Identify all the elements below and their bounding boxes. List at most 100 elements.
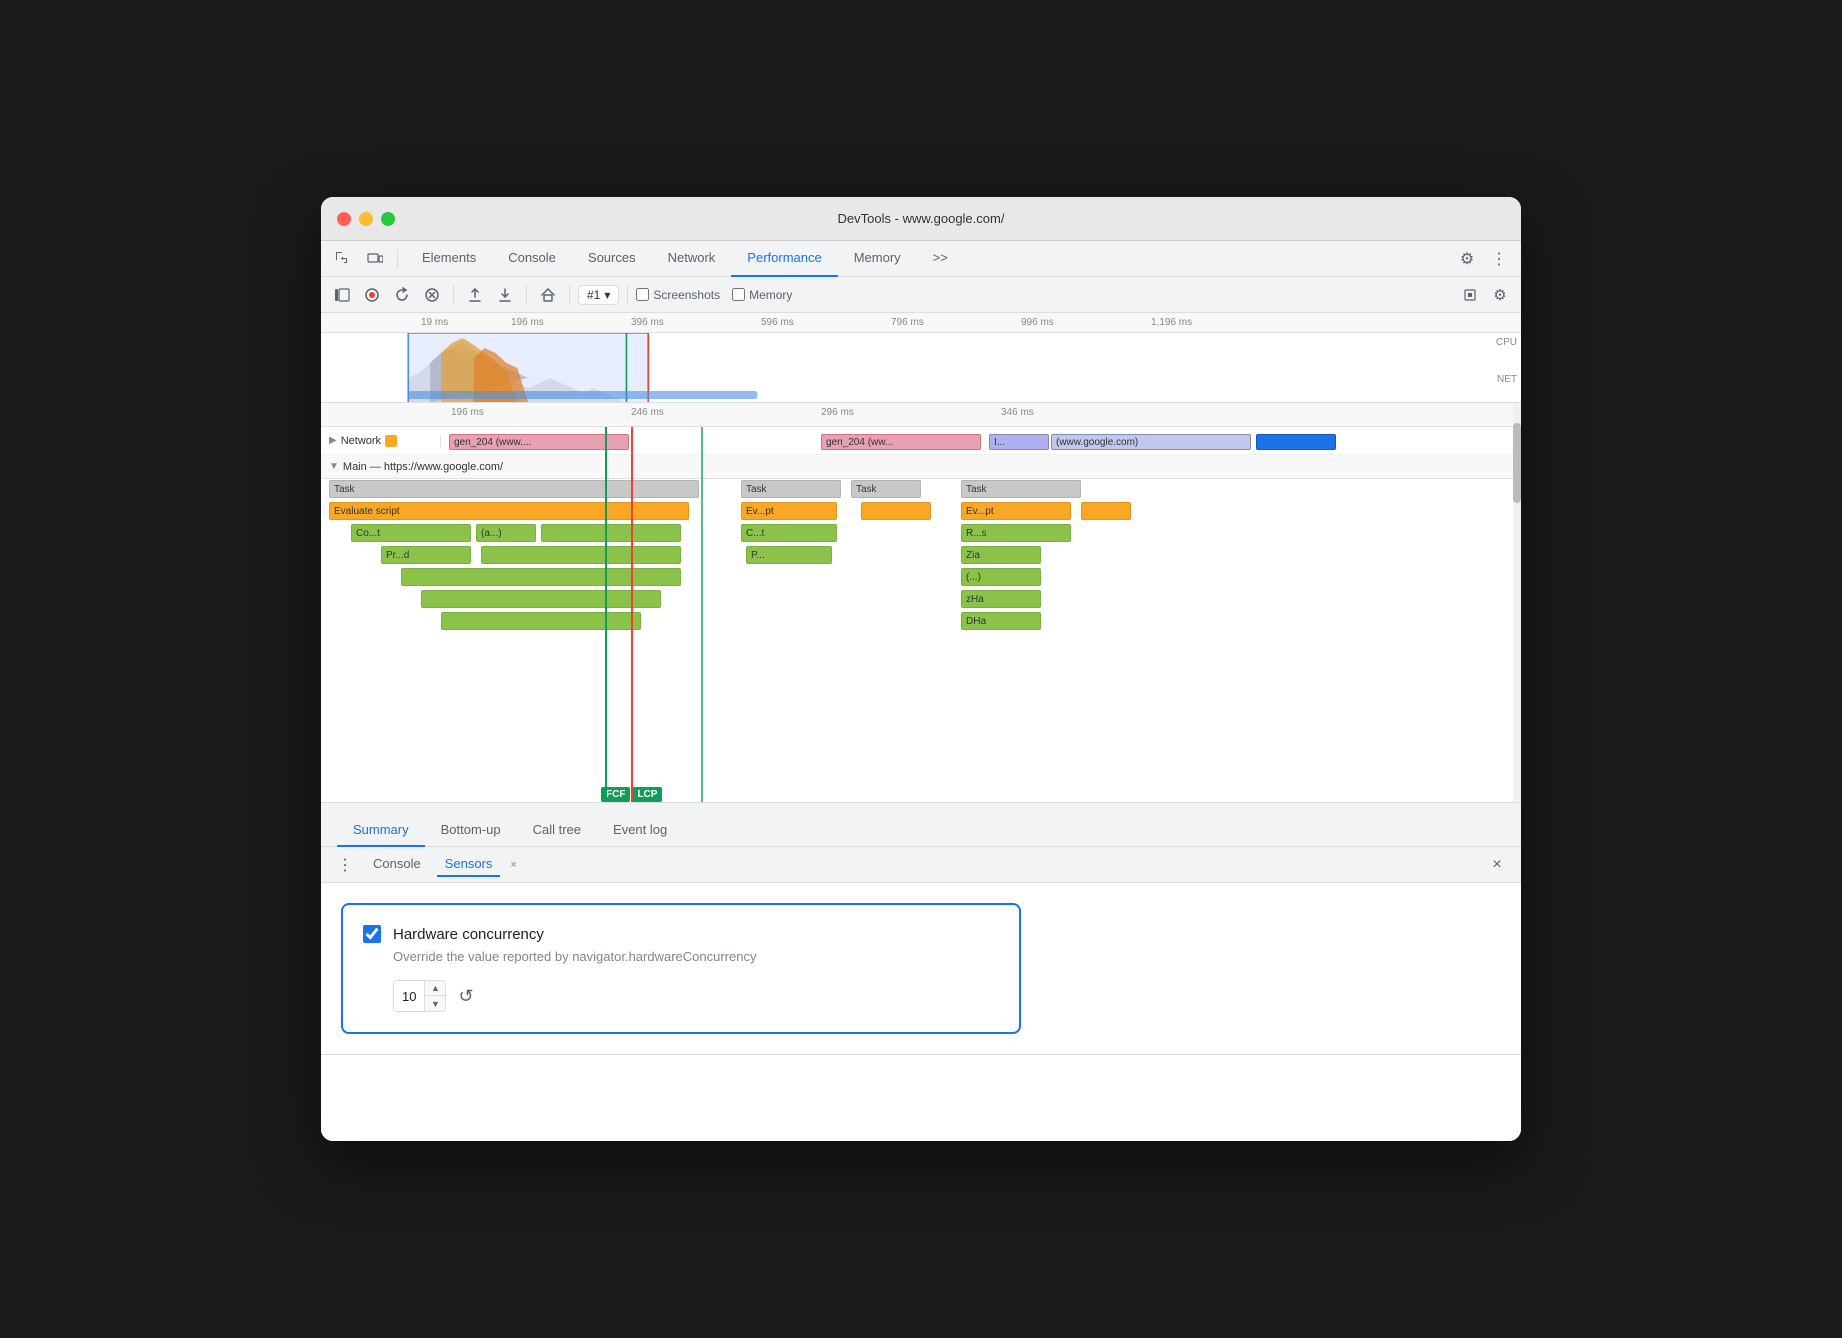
- time-ruler-detail: 196 ms 246 ms 296 ms 346 ms: [321, 403, 1521, 427]
- flame-scroll[interactable]: ▶ Network gen_204 (www.... gen_204 (ww..…: [321, 427, 1521, 802]
- net-bar-5: [1256, 434, 1336, 450]
- evaluate-script-bar: Evaluate script: [329, 502, 689, 520]
- perf-settings-icon[interactable]: ⚙: [1487, 282, 1513, 308]
- tab-network[interactable]: Network: [652, 241, 732, 277]
- memory-checkbox[interactable]: [732, 288, 745, 301]
- ev-pt-bar-3: Ev...pt: [961, 502, 1071, 520]
- home-icon[interactable]: [535, 282, 561, 308]
- session-selector[interactable]: #1 ▾: [578, 285, 619, 305]
- spinner-up-arrow[interactable]: ▲: [425, 981, 445, 996]
- co-t-bar: Co...t: [351, 524, 471, 542]
- vertical-scrollbar[interactable]: [1513, 403, 1521, 802]
- sensors-close-icon[interactable]: ×: [508, 859, 518, 871]
- fcf-badge: FCF: [601, 787, 630, 802]
- sidebar-toggle-icon[interactable]: [329, 282, 355, 308]
- task-bar-4: Task: [961, 480, 1081, 498]
- title-bar: DevTools - www.google.com/: [321, 197, 1521, 241]
- cursor-icon[interactable]: [329, 245, 357, 273]
- toolbar-right: ⚙ ⋮: [1453, 245, 1513, 273]
- console-menu-icon[interactable]: ⋮: [333, 853, 357, 877]
- console-toolbar: ⋮ Console Sensors × ×: [321, 847, 1521, 883]
- timeline-area: 19 ms 196 ms 396 ms 596 ms 796 ms 996 ms…: [321, 313, 1521, 1141]
- panel-close-button[interactable]: ×: [1485, 853, 1509, 877]
- task-bar-3: Task: [851, 480, 921, 498]
- hardware-concurrency-checkbox[interactable]: [363, 925, 381, 943]
- tab-event-log[interactable]: Event log: [597, 814, 683, 847]
- tick-796ms: 796 ms: [891, 317, 924, 328]
- screenshots-checkbox[interactable]: [636, 288, 649, 301]
- ev-pt-bar-1: Ev...pt: [741, 502, 837, 520]
- scrollbar-thumb[interactable]: [1513, 423, 1521, 503]
- details-area: 196 ms 246 ms 296 ms 346 ms ▶ Network: [321, 403, 1521, 803]
- tab-bottom-up[interactable]: Bottom-up: [425, 814, 517, 847]
- memory-checkbox-label[interactable]: Memory: [732, 288, 792, 302]
- window-title: DevTools - www.google.com/: [838, 211, 1005, 226]
- overview-charts: CPU NET: [321, 333, 1521, 403]
- ev-pt-bar-4: [1081, 502, 1131, 520]
- minimize-button[interactable]: [359, 212, 373, 226]
- chevron-down-icon: ▾: [604, 288, 610, 302]
- bottom-tabs: Summary Bottom-up Call tree Event log: [321, 803, 1521, 847]
- pr-d-bar: Pr...d: [381, 546, 471, 564]
- misc-row3: DHa: [321, 611, 1521, 633]
- sensors-content: Hardware concurrency Override the value …: [321, 883, 1521, 1054]
- sensors-tab[interactable]: Sensors: [437, 852, 501, 877]
- tick-996ms: 996 ms: [1021, 317, 1054, 328]
- spinner-down-arrow[interactable]: ▼: [425, 996, 445, 1011]
- net-label: NET: [1497, 374, 1517, 385]
- pr-row: Pr...d P... Zia: [321, 545, 1521, 567]
- nav-tabs: Elements Console Sources Network Perform…: [406, 241, 1449, 277]
- lcp-badge: LCP: [632, 787, 662, 802]
- upload-icon[interactable]: [462, 282, 488, 308]
- screenshots-checkbox-label[interactable]: Screenshots: [636, 288, 720, 302]
- concurrency-spinner: 10 ▲ ▼: [393, 980, 446, 1012]
- ev-pt-bar-2: [861, 502, 931, 520]
- a-bar: (a...): [476, 524, 536, 542]
- sensor-title-row: Hardware concurrency: [363, 925, 999, 943]
- top-toolbar: Elements Console Sources Network Perform…: [321, 241, 1521, 277]
- evaluate-row: Evaluate script Ev...pt Ev...pt: [321, 501, 1521, 523]
- tick-19ms: 19 ms: [421, 317, 448, 328]
- network-label: Network: [341, 435, 381, 447]
- cpu-label: CPU: [1496, 337, 1517, 348]
- co-row: Co...t (a...) C...t R...s: [321, 523, 1521, 545]
- settings-icon[interactable]: ⚙: [1453, 245, 1481, 273]
- r-s-bar: R...s: [961, 524, 1071, 542]
- more-green-4: [421, 590, 661, 608]
- tick-346ms-d: 346 ms: [1001, 407, 1034, 418]
- overview: 19 ms 196 ms 396 ms 596 ms 796 ms 996 ms…: [321, 313, 1521, 403]
- tab-summary[interactable]: Summary: [337, 814, 425, 847]
- tab-memory[interactable]: Memory: [838, 241, 917, 277]
- tab-more[interactable]: >>: [917, 241, 964, 277]
- responsive-icon[interactable]: [361, 245, 389, 273]
- record-icon[interactable]: [359, 282, 385, 308]
- maximize-button[interactable]: [381, 212, 395, 226]
- console-tab[interactable]: Console: [365, 852, 429, 877]
- main-expand-icon[interactable]: ▼: [329, 461, 339, 472]
- tab-console[interactable]: Console: [492, 241, 572, 277]
- network-expand-icon[interactable]: ▶: [329, 435, 337, 446]
- reset-button[interactable]: ↺: [458, 986, 473, 1007]
- tick-296ms-d: 296 ms: [821, 407, 854, 418]
- tab-sources[interactable]: Sources: [572, 241, 652, 277]
- toolbar-separator: [397, 249, 398, 269]
- sensor-description: Override the value reported by navigator…: [393, 949, 999, 964]
- task-bar-1: Task: [329, 480, 699, 498]
- misc-row: (...): [321, 567, 1521, 589]
- clear-icon[interactable]: [419, 282, 445, 308]
- network-color-indicator: [385, 435, 397, 447]
- tab-performance[interactable]: Performance: [731, 241, 837, 277]
- download-icon[interactable]: [492, 282, 518, 308]
- time-ruler-top: 19 ms 196 ms 396 ms 596 ms 796 ms 996 ms…: [321, 313, 1521, 333]
- reload-icon[interactable]: [389, 282, 415, 308]
- more-green-5: [441, 612, 641, 630]
- tab-elements[interactable]: Elements: [406, 241, 492, 277]
- more-options-icon[interactable]: ⋮: [1485, 245, 1513, 273]
- tab-call-tree[interactable]: Call tree: [517, 814, 597, 847]
- close-button[interactable]: [337, 212, 351, 226]
- p-bar: P...: [746, 546, 832, 564]
- traffic-lights: [337, 212, 395, 226]
- sensor-title: Hardware concurrency: [393, 926, 544, 943]
- dha-bar: DHa: [961, 612, 1041, 630]
- cpu-throttle-icon[interactable]: [1457, 282, 1483, 308]
